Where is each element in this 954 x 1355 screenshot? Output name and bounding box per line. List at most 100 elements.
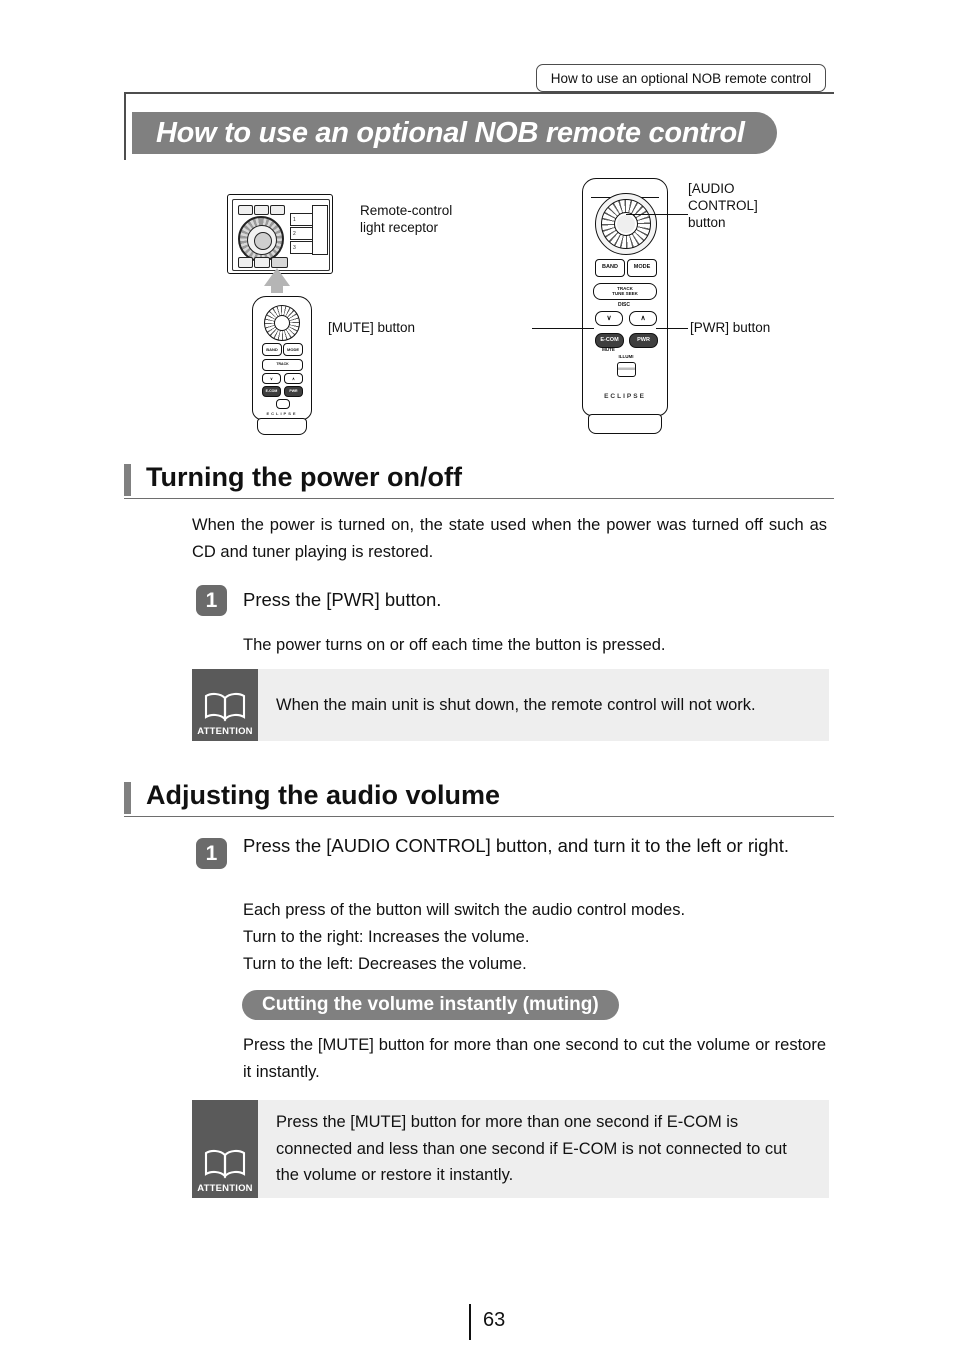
remote-small-brand: ECLIPSE <box>253 411 311 416</box>
callout-light-receptor: Remote-control light receptor <box>360 203 453 235</box>
remote-large-disc-down-label: ∨ <box>606 315 612 322</box>
head-unit-preset-1: 1 <box>290 213 314 226</box>
attention-text-1: When the main unit is shut down, the rem… <box>276 695 756 714</box>
running-head-text: How to use an optional NOB remote contro… <box>550 70 812 86</box>
attention-book-icon-2: ATTENTION <box>192 1100 258 1198</box>
step-badge-1-power: 1 <box>196 585 227 616</box>
remote-small-pwr-key: PWR <box>284 386 303 397</box>
attention-caption-2: ATTENTION <box>197 1183 253 1194</box>
step-detail-1-power: The power turns on or off each time the … <box>243 636 666 654</box>
remote-large-track-tune-seek-key[interactable]: TRACK TUNE SEEK <box>593 283 657 300</box>
leader-mute <box>532 328 594 330</box>
head-unit-button-d <box>238 257 253 268</box>
remote-small-brand-label: ECLIPSE <box>266 411 298 416</box>
remote-small-disc-down-key: ∨ <box>262 373 281 384</box>
detail-line-2: Turn to the right: Increases the volume. <box>243 928 530 946</box>
remote-large-brand-label: ECLIPSE <box>604 393 646 400</box>
chapter-title-band: How to use an optional NOB remote contro… <box>132 112 777 154</box>
running-head-tab: How to use an optional NOB remote contro… <box>536 64 826 92</box>
remote-small-illumi-key <box>276 399 290 409</box>
head-unit-preset-1-label: 1 <box>293 216 296 223</box>
section-accent-bar-2 <box>124 782 131 814</box>
remote-small-dial-core <box>274 315 290 331</box>
remote-large-tune-seek-label: TUNE SEEK <box>612 290 638 296</box>
chapter-title-text: How to use an optional NOB remote contro… <box>156 116 745 149</box>
remote-small-band-label: BAND <box>266 346 278 352</box>
footer-rule <box>469 1304 471 1340</box>
detail-line-1: Each press of the button will switch the… <box>243 901 686 919</box>
remote-large-base <box>588 414 662 434</box>
remote-large-ecom-mute-key[interactable]: E-COM <box>595 333 624 348</box>
head-unit-preset-2-label: 2 <box>293 230 296 237</box>
head-unit-display <box>312 205 328 255</box>
remote-large-mode-label: MODE <box>633 264 651 271</box>
sub-body-muting: Press the [MUTE] button for more than on… <box>243 1036 826 1081</box>
chapter-title-frame: How to use an optional NOB remote contro… <box>124 92 834 160</box>
attention-box-1: ATTENTION When the main unit is shut dow… <box>192 669 829 741</box>
figure-remote-overview: 1 2 3 BAND MODE TRACK ∨ ∧ E-COM PWR ECLI… <box>124 170 834 450</box>
remote-large-band-label: BAND <box>602 264 618 271</box>
remote-small-ecom-label: E-COM <box>265 388 278 393</box>
remote-large-disc-up-label: ∧ <box>640 315 646 322</box>
remote-small-mode-label: MODE <box>287 346 299 352</box>
remote-large-band-key[interactable]: BAND <box>595 259 625 277</box>
section-heading-text-2: Adjusting the audio volume <box>146 780 501 810</box>
head-unit-button-c <box>270 205 285 215</box>
section-accent-bar <box>124 464 131 496</box>
section-heading-text: Turning the power on/off <box>146 462 462 492</box>
step-text-1-audio: Press the [AUDIO CONTROL] button, and tu… <box>243 835 789 856</box>
attention-box-2: ATTENTION Press the [MUTE] button for mo… <box>192 1100 829 1198</box>
attention-book-icon: ATTENTION <box>192 669 258 741</box>
section-1-intro: When the power is turned on, the state u… <box>192 516 827 561</box>
attention-caption-1: ATTENTION <box>197 726 253 737</box>
signal-arrow-stem <box>271 283 283 293</box>
remote-large-mute-sublabel: MUTE <box>595 347 622 353</box>
head-unit-preset-3: 3 <box>290 241 314 254</box>
section-heading-rule <box>124 498 834 500</box>
detail-line-3: Turn to the left: Decreases the volume. <box>243 955 527 973</box>
remote-small-track-key: TRACK <box>262 359 303 371</box>
subheading-muting: Cutting the volume instantly (muting) <box>242 990 619 1020</box>
remote-large-dial-core[interactable] <box>614 212 638 236</box>
remote-large-disc-down-key[interactable]: ∨ <box>595 311 623 326</box>
remote-large-mute-sub-text: MUTE <box>602 347 615 352</box>
remote-small-disc-up-key: ∧ <box>284 373 303 384</box>
callout-audio-control: [AUDIO CONTROL] button <box>688 181 758 230</box>
head-unit-button-a <box>238 205 253 215</box>
remote-large-illumi-text: ILLUMI <box>618 354 634 359</box>
remote-small-illustration: BAND MODE TRACK ∨ ∧ E-COM PWR ECLIPSE <box>252 296 312 420</box>
remote-small-disc-up-label: ∧ <box>292 375 295 381</box>
remote-large-pwr-key[interactable]: PWR <box>629 333 658 348</box>
remote-small-mode-key: MODE <box>283 343 303 356</box>
remote-small-ecom-key: E-COM <box>262 386 281 397</box>
remote-small-pwr-label: PWR <box>289 388 298 393</box>
page-number: 63 <box>483 1309 506 1331</box>
remote-large-ecom-label: E-COM <box>600 336 619 343</box>
remote-large-audio-control-dial[interactable] <box>601 199 651 249</box>
head-unit-preset-2: 2 <box>290 227 314 240</box>
remote-small-disc-down-label: ∨ <box>270 375 273 381</box>
remote-large-illumi-key[interactable] <box>617 362 636 377</box>
head-unit-illustration: 1 2 3 <box>227 194 333 274</box>
remote-large-disc-text: DISC <box>618 302 630 308</box>
remote-large-disc-label: DISC <box>593 303 655 308</box>
remote-large-illumi-label: ILLUMI <box>613 354 639 360</box>
remote-large-disc-up-key[interactable]: ∧ <box>629 311 657 326</box>
remote-large-brand: ECLIPSE <box>583 393 667 400</box>
step-badge-1-audio: 1 <box>196 838 227 869</box>
remote-large-pwr-label: PWR <box>637 336 650 343</box>
head-unit-button-pwr <box>254 257 270 268</box>
remote-small-dial-ring <box>264 305 300 341</box>
head-unit-preset-3-label: 3 <box>293 244 296 251</box>
chapter-title-left-rule <box>124 92 126 160</box>
step-text-1-power: Press the [PWR] button. <box>243 589 442 610</box>
head-unit-button-b <box>254 205 269 215</box>
callout-pwr: [PWR] button <box>690 320 771 335</box>
chapter-title-top-rule <box>124 92 834 94</box>
head-unit-dial <box>238 216 284 262</box>
attention-text-2: Press the [MUTE] button for more than on… <box>276 1112 787 1185</box>
section-heading-rule-2 <box>124 816 834 818</box>
callout-mute: [MUTE] button <box>328 320 416 335</box>
leader-audio-control <box>626 214 688 216</box>
remote-large-mode-key[interactable]: MODE <box>627 259 657 277</box>
